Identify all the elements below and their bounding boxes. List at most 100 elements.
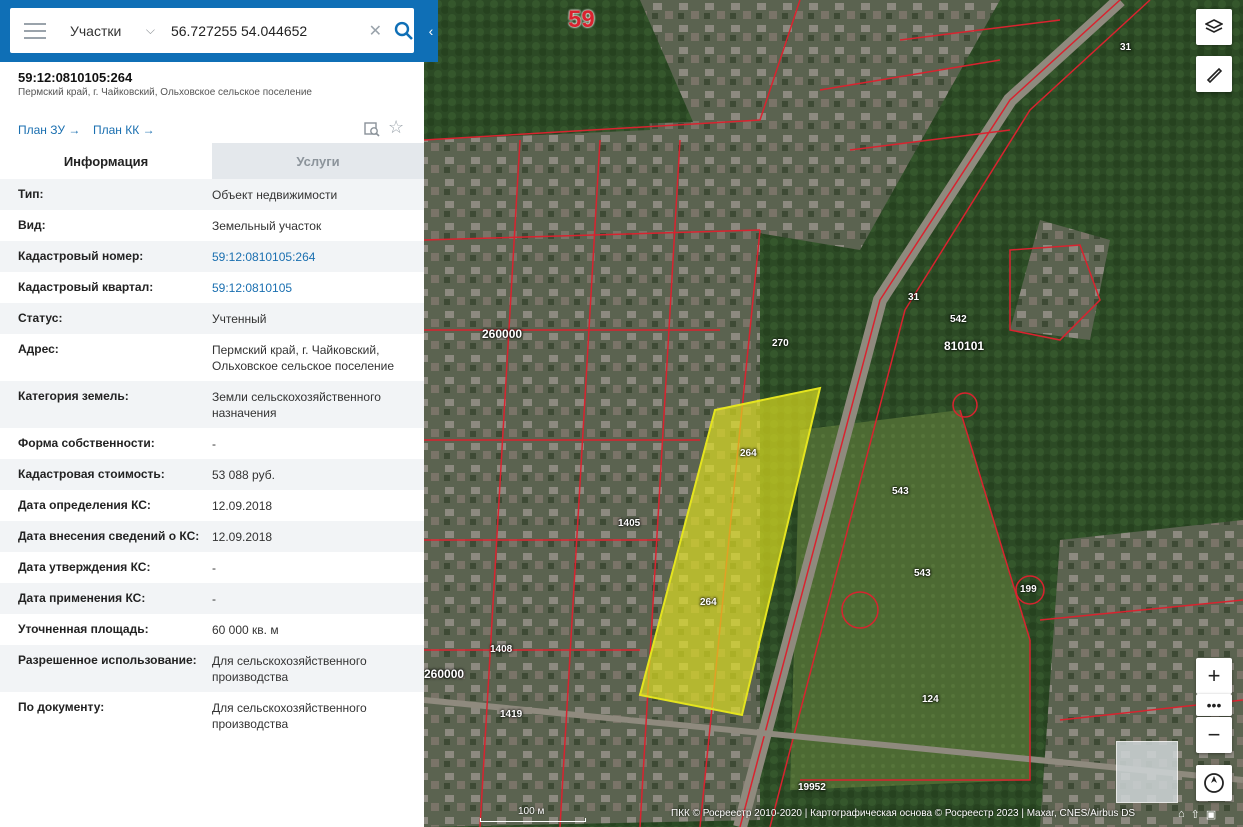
attr-row: Тип: Объект недвижимости (0, 179, 424, 210)
attr-value: Земельный участок (212, 219, 322, 233)
map-label: 124 (922, 694, 939, 705)
attr-row: Разрешенное использование: Для сельскохоз… (0, 645, 424, 692)
print-icon[interactable] (364, 121, 380, 137)
attr-key: Разрешенное использование: (18, 653, 197, 667)
info-panel: 59:12:0810105:264 Пермский край, г. Чайк… (0, 0, 424, 827)
map-label: 31 (908, 292, 920, 303)
attr-row: Статус: Учтенный (0, 303, 424, 334)
map-label: 1405 (618, 518, 641, 529)
map-label: 199 (1020, 584, 1037, 595)
map-label: 1419 (500, 709, 523, 720)
tab-information[interactable]: Информация (0, 143, 212, 179)
more-icon: ••• (1206, 697, 1222, 713)
attr-key: Кадастровая стоимость: (18, 467, 165, 481)
attr-value: Земли сельскохозяйственного назначения (212, 390, 381, 420)
map-attribution: ПКК © Росреестр 2010-2020 | Картографиче… (671, 808, 1136, 819)
attr-key: Кадастровый номер: (18, 249, 144, 263)
search-box: Участки ⌵ ✕ (10, 8, 414, 53)
tab-services[interactable]: Услуги (212, 143, 424, 179)
plan-zu-link[interactable]: План ЗУ → (18, 123, 80, 137)
attr-key: Дата применения КС: (18, 591, 146, 605)
share-icon[interactable]: ⇧ (1191, 808, 1200, 821)
attr-row: Дата определения КС: 12.09.2018 (0, 490, 424, 521)
attr-row: Кадастровый номер: 59:12:0810105:264 (0, 241, 424, 272)
compass-icon (1204, 773, 1224, 793)
map-label: 19952 (798, 782, 826, 793)
map-label: 260000 (424, 667, 465, 681)
attr-value: - (212, 592, 216, 606)
attr-value: Для сельскохозяйственного производства (212, 654, 367, 684)
attributes-table: Тип: Объект недвижимости Вид: Земельный уч… (0, 179, 424, 739)
attr-row: Форма собственности: - (0, 428, 424, 459)
map-label: 264 (700, 597, 717, 608)
minimap[interactable] (1116, 741, 1178, 803)
attr-value: Объект недвижимости (212, 188, 338, 202)
home-icon[interactable]: ⌂ (1178, 808, 1185, 821)
fullscreen-icon[interactable]: ▣ (1206, 808, 1216, 821)
attr-key: По документу: (18, 700, 105, 714)
plan-kk-link[interactable]: План КК → (93, 123, 155, 137)
parcel-title: 59:12:0810105:264 (18, 70, 133, 85)
more-button[interactable]: ••• (1196, 694, 1232, 716)
attr-value: Для сельскохозяйственного производства (212, 701, 367, 731)
attr-value: 12.09.2018 (212, 530, 273, 544)
attr-row: Дата утверждения КС: - (0, 552, 424, 583)
panel-tabs: Информация Услуги (0, 143, 424, 179)
attr-value: 60 000 кв. м (212, 623, 279, 637)
attr-row: Кадастровый квартал: 59:12:0810105 (0, 272, 424, 303)
zoom-in-button[interactable]: + (1196, 658, 1232, 694)
cadastral-quarter-link[interactable]: 59:12:0810105 (212, 280, 412, 296)
attr-key: Статус: (18, 311, 63, 325)
attr-row: Дата применения КС: - (0, 583, 424, 614)
chevron-down-icon[interactable]: ⌵ (146, 23, 155, 38)
scale-label: 100 м (518, 806, 545, 817)
search-icon[interactable] (394, 21, 414, 41)
attr-row: Уточненная площадь: 60 000 кв. м (0, 614, 424, 645)
menu-icon[interactable] (24, 22, 46, 39)
map-label: 264 (740, 448, 757, 459)
attr-key: Дата определения КС: (18, 498, 151, 512)
map-label: 543 (892, 486, 909, 497)
zoom-in-icon: + (1207, 663, 1221, 688)
layer-select[interactable]: Участки (70, 23, 140, 39)
attr-row: По документу: Для сельскохозяйственного п… (0, 692, 424, 739)
search-bar: Участки ⌵ ✕ (0, 0, 438, 62)
attr-key: Форма собственности: (18, 436, 155, 450)
cadastral-number-link[interactable]: 59:12:0810105:264 (212, 249, 412, 265)
map-label: 543 (914, 568, 931, 579)
search-input[interactable] (168, 21, 363, 40)
map-label: 1408 (490, 644, 513, 655)
map-label: 810101 (944, 339, 985, 353)
attr-value: 12.09.2018 (212, 499, 273, 513)
map-label: 542 (950, 314, 967, 325)
attr-value: 53 088 руб. (212, 468, 275, 482)
map-label: 31 (1120, 42, 1132, 53)
attr-key: Адрес: (18, 342, 59, 356)
ruler-icon (1206, 67, 1223, 83)
attr-key: Дата внесения сведений о КС: (18, 529, 200, 543)
attr-row: Категория земель: Земли сельскохозяйствен… (0, 381, 424, 428)
attr-row: Кадастровая стоимость: 53 088 руб. (0, 459, 424, 490)
scale-bar (480, 818, 586, 822)
zoom-out-button[interactable]: − (1196, 717, 1232, 753)
measure-button[interactable] (1196, 56, 1232, 92)
star-icon[interactable]: ☆ (388, 117, 404, 138)
attr-row: Дата внесения сведений о КС: 12.09.2018 (0, 521, 424, 552)
compass-button[interactable] (1196, 765, 1232, 801)
attr-row: Адрес: Пермский край, г. Чайковский, Ольх… (0, 334, 424, 381)
attr-key: Вид: (18, 218, 46, 232)
attr-value: Пермский край, г. Чайковский, Ольховское… (212, 343, 395, 373)
clear-icon[interactable]: ✕ (369, 21, 382, 41)
attr-key: Категория земель: (18, 389, 129, 403)
attr-value: - (212, 437, 216, 451)
bottom-icons: ⌂ ⇧ ▣ (1178, 808, 1216, 821)
attr-value: - (212, 561, 216, 575)
collapse-icon[interactable]: ‹ (424, 0, 438, 62)
map-label: 260000 (482, 327, 523, 341)
zoom-out-icon: − (1207, 722, 1221, 747)
attr-row: Вид: Земельный участок (0, 210, 424, 241)
parcel-address: Пермский край, г. Чайковский, Ольховское… (18, 87, 312, 98)
map-label: 270 (772, 338, 789, 349)
attr-key: Уточненная площадь: (18, 622, 149, 636)
layers-button[interactable] (1196, 9, 1232, 45)
